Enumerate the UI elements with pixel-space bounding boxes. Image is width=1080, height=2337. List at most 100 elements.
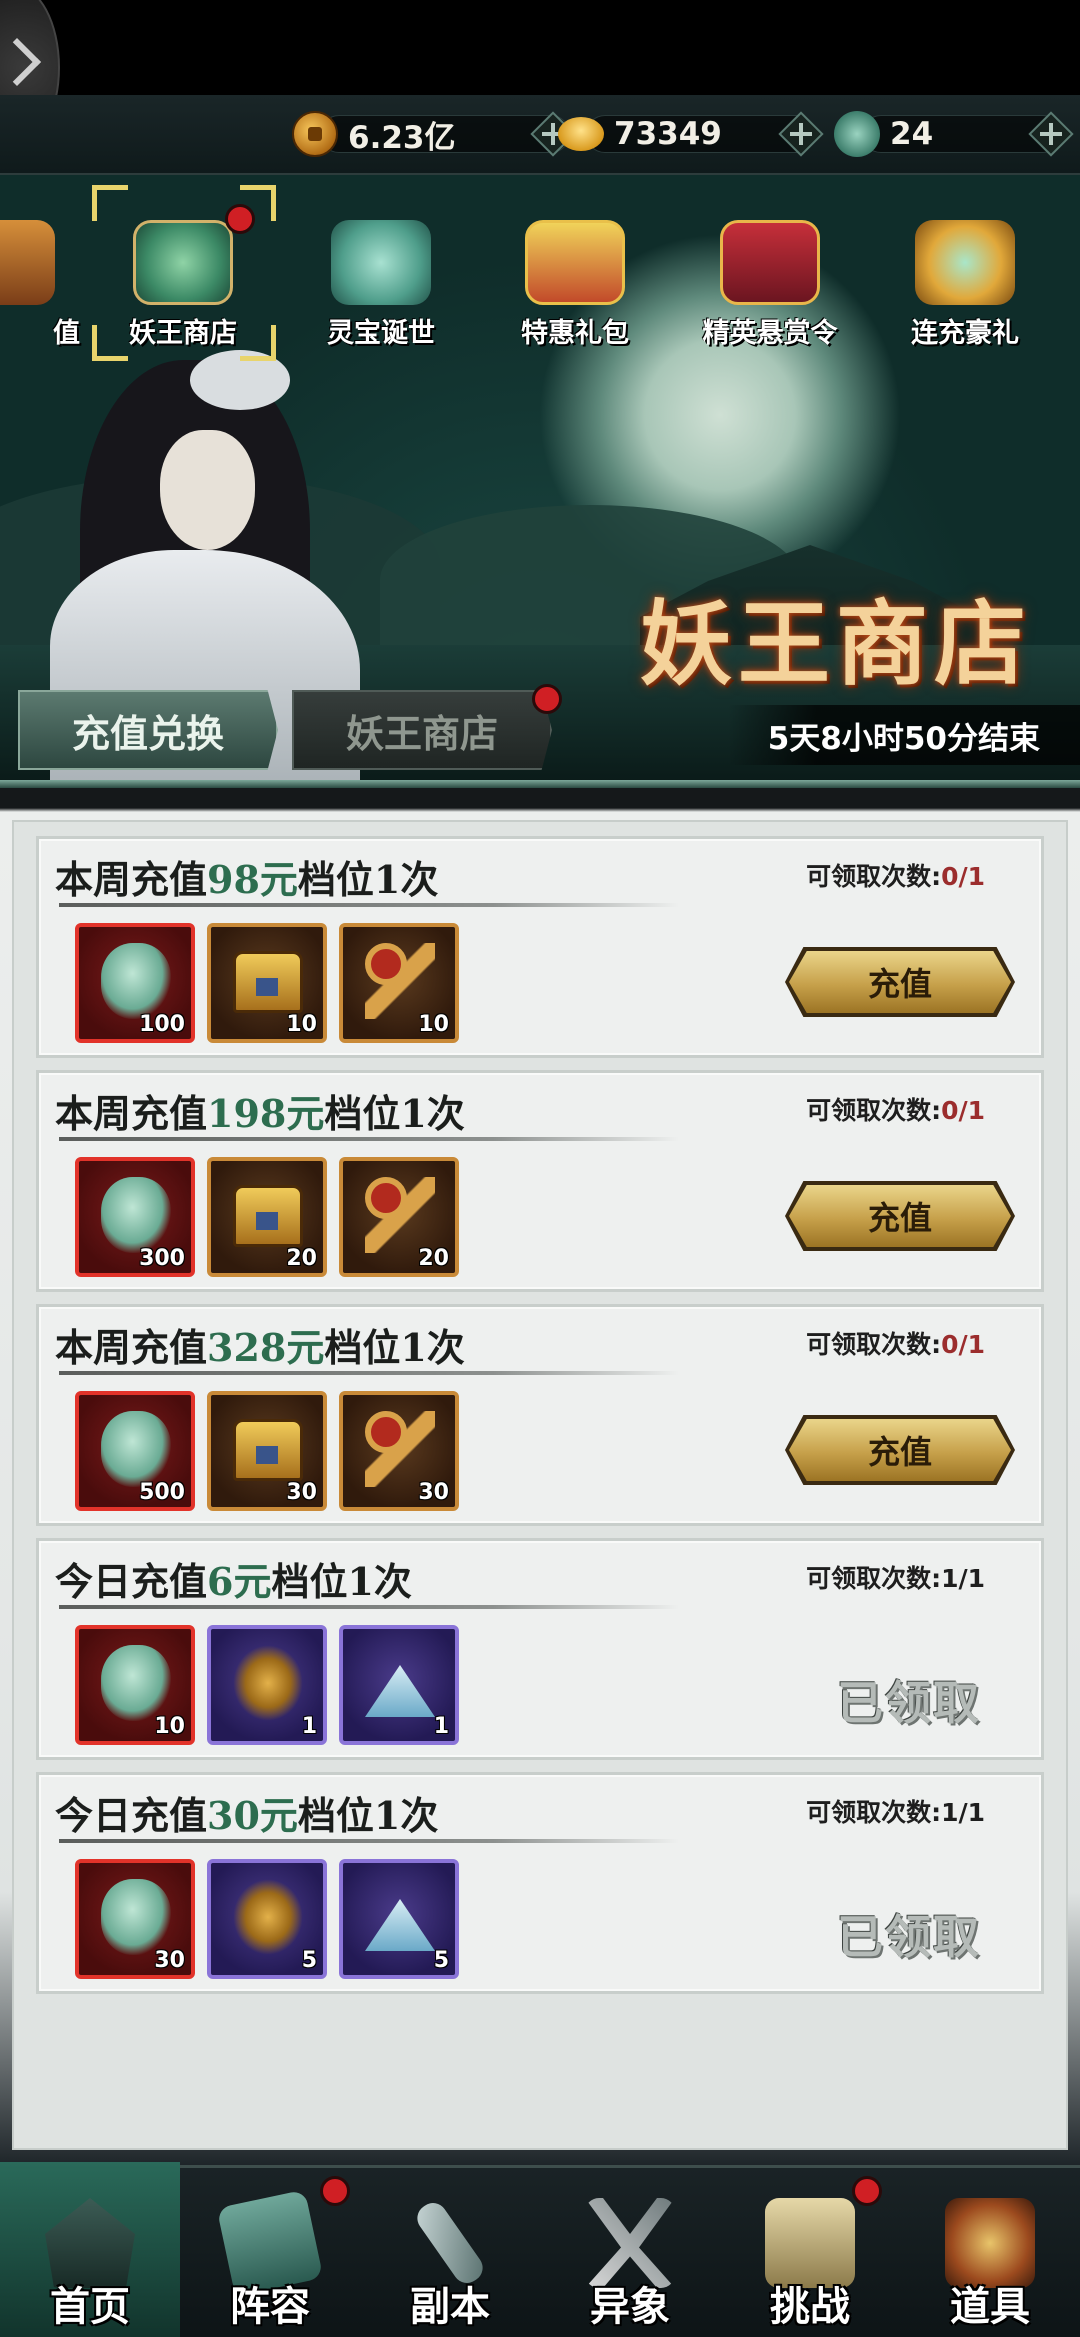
- reward-item[interactable]: 10: [339, 923, 459, 1043]
- reward-item[interactable]: 20: [339, 1157, 459, 1277]
- jade-dragon-icon: [101, 1645, 171, 1721]
- herb-icon: [233, 1645, 303, 1721]
- gift-box-icon: [525, 220, 625, 305]
- jade-dragon-icon: [101, 1411, 171, 1487]
- notification-dot: [320, 2176, 350, 2206]
- jade-dragon-icon: [101, 1177, 171, 1253]
- shop-item-lingbao[interactable]: 灵宝诞世: [306, 220, 456, 350]
- key-icon: [365, 943, 435, 1019]
- tab-recharge-exchange[interactable]: 充值兑换: [18, 690, 278, 770]
- card-title: 今日充值30元档位1次: [55, 1793, 439, 1838]
- nav-home[interactable]: 首页: [0, 2162, 180, 2337]
- card-title: 本周充值328元档位1次: [55, 1325, 465, 1370]
- reward-item[interactable]: 300: [75, 1157, 195, 1277]
- shop-item-special-pack[interactable]: 特惠礼包: [500, 220, 650, 350]
- reward-item[interactable]: 10: [75, 1625, 195, 1745]
- add-ingot-button[interactable]: [778, 111, 824, 157]
- reward-item[interactable]: 30: [339, 1391, 459, 1511]
- reward-item[interactable]: 5: [207, 1859, 327, 1979]
- jade-value: 24: [890, 116, 934, 152]
- title-underline: [59, 903, 679, 907]
- nav-label: 异象: [590, 2283, 670, 2330]
- card-amount: 30元: [207, 1793, 298, 1838]
- reward-item[interactable]: 500: [75, 1391, 195, 1511]
- title-underline: [59, 1605, 679, 1609]
- shop-item-label: 特惠礼包: [521, 318, 629, 349]
- reward-items: 500 30 30: [75, 1391, 459, 1511]
- recharge-button[interactable]: 充值: [789, 1185, 1011, 1247]
- herb-icon: [233, 1879, 303, 1955]
- reward-item[interactable]: 5: [339, 1859, 459, 1979]
- claimed-stamp: 已领取: [837, 1910, 981, 1964]
- card-title: 本周充值98元档位1次: [55, 857, 439, 902]
- nav-label: 阵容: [230, 2283, 310, 2330]
- shop-item-label: 值: [53, 318, 80, 349]
- selection-corner: [240, 325, 276, 361]
- currency-gold: 6.23亿: [292, 109, 582, 159]
- reward-list-panel: 本周充值98元档位1次 可领取次数:0/1 100 10 10 充值 本周充值1…: [0, 788, 1080, 2168]
- card-amount: 328元: [207, 1325, 325, 1370]
- claim-count: 可领取次数:0/1: [806, 862, 985, 891]
- recharge-card: 本周充值328元档位1次 可领取次数:0/1 500 30 30 充值: [36, 1304, 1044, 1526]
- yaowang-shop-icon: [133, 220, 233, 305]
- shop-item-consecutive-gift[interactable]: 连充豪礼: [890, 220, 1040, 350]
- shop-item-yaowang-shop[interactable]: 妖王商店: [108, 220, 258, 350]
- crystal-powder-icon: [365, 1899, 435, 1951]
- nav-dungeon[interactable]: 副本: [360, 2168, 540, 2337]
- nav-label: 副本: [410, 2283, 490, 2330]
- nav-challenge[interactable]: 挑战: [720, 2168, 900, 2337]
- ingot-value: 73349: [614, 116, 722, 152]
- reward-item[interactable]: 20: [207, 1157, 327, 1277]
- reward-item[interactable]: 100: [75, 923, 195, 1043]
- reward-item[interactable]: 30: [207, 1391, 327, 1511]
- title-underline: [59, 1839, 679, 1843]
- nav-items[interactable]: 道具: [900, 2168, 1080, 2337]
- currency-jade: 24: [834, 109, 1074, 159]
- jade-dragon-icon: [834, 111, 880, 157]
- recharge-card: 今日充值6元档位1次 可领取次数:1/1 10 1 1 已领取: [36, 1538, 1044, 1760]
- reward-item[interactable]: 10: [207, 923, 327, 1043]
- notification-dot: [225, 204, 255, 234]
- card-title: 今日充值6元档位1次: [55, 1559, 412, 1604]
- tab-yaowang-shop[interactable]: 妖王商店: [292, 690, 552, 770]
- reward-item[interactable]: 1: [339, 1625, 459, 1745]
- title-underline: [59, 1371, 679, 1375]
- reward-items: 30 5 5: [75, 1859, 459, 1979]
- nav-phenomenon[interactable]: 异象: [540, 2168, 720, 2337]
- nav-label: 首页: [50, 2283, 130, 2330]
- claimed-stamp: 已领取: [837, 1676, 981, 1730]
- nav-label: 挑战: [770, 2283, 850, 2330]
- recharge-card: 本周充值98元档位1次 可领取次数:0/1 100 10 10 充值: [36, 836, 1044, 1058]
- bottom-nav: 首页 阵容 副本 异象 挑战 道具: [0, 2162, 1080, 2337]
- recharge-card: 本周充值198元档位1次 可领取次数:0/1 300 20 20 充值: [36, 1070, 1044, 1292]
- notification-dot: [532, 684, 562, 714]
- ingot-icon: [558, 117, 604, 151]
- treasure-chest-icon: [233, 1419, 303, 1481]
- nav-lineup[interactable]: 阵容: [180, 2168, 360, 2337]
- claim-count: 可领取次数:1/1: [806, 1564, 985, 1593]
- card-title: 本周充值198元档位1次: [55, 1091, 465, 1136]
- currency-ingot: 73349: [558, 109, 838, 159]
- bounty-icon: [720, 220, 820, 305]
- currency-bar: 6.23亿 73349 24: [0, 95, 1080, 175]
- shop-item-elite-bounty[interactable]: 精英悬赏令: [695, 220, 845, 350]
- selection-corner: [92, 185, 128, 221]
- reward-item[interactable]: 30: [75, 1859, 195, 1979]
- shop-item-label: 灵宝诞世: [327, 318, 435, 349]
- recharge-button[interactable]: 充值: [789, 1419, 1011, 1481]
- card-amount: 98元: [207, 857, 298, 902]
- key-icon: [365, 1411, 435, 1487]
- shop-item-partial[interactable]: 值: [0, 220, 80, 350]
- shop-item-label: 精英悬赏令: [702, 318, 838, 349]
- gold-value: 6.23亿: [348, 119, 456, 156]
- event-timer: 5天8小时50分结束: [727, 705, 1080, 765]
- recharge-button[interactable]: 充值: [789, 951, 1011, 1013]
- card-amount: 6元: [207, 1559, 272, 1604]
- reward-item[interactable]: 1: [207, 1625, 327, 1745]
- add-jade-button[interactable]: [1028, 111, 1074, 157]
- coin-icon: [292, 111, 338, 157]
- reward-items: 100 10 10: [75, 923, 459, 1043]
- banner-divider: [0, 780, 1080, 788]
- card-amount: 198元: [207, 1091, 325, 1136]
- key-icon: [365, 1177, 435, 1253]
